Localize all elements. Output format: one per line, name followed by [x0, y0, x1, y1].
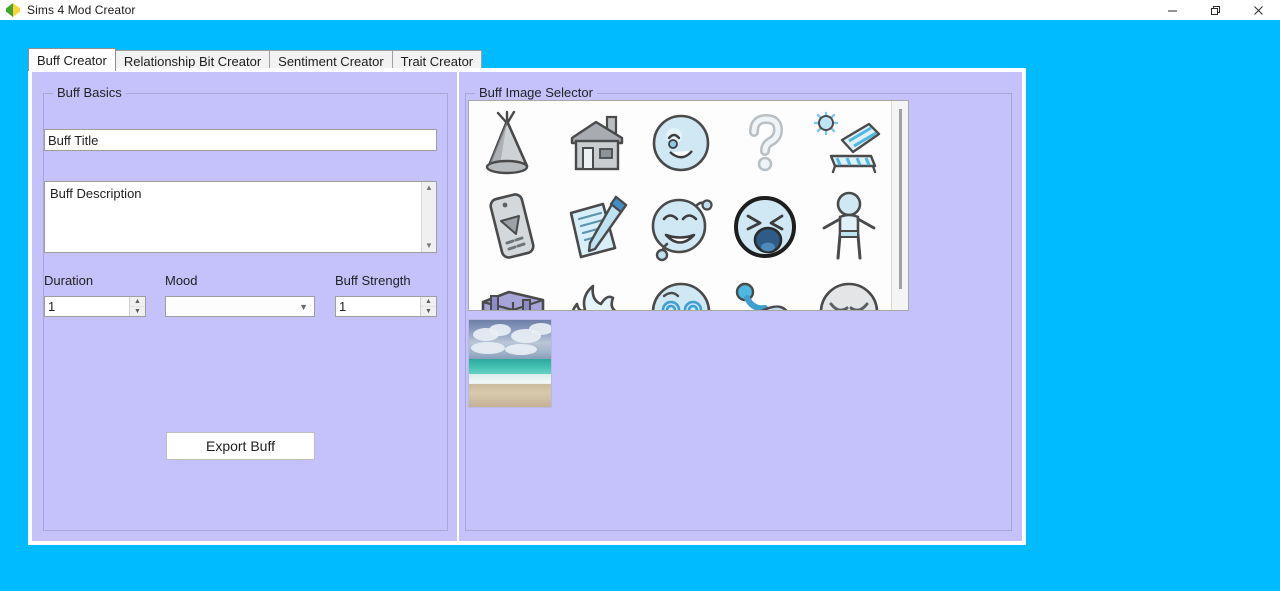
spinner-up-icon[interactable]: ▲: [130, 297, 145, 307]
spinner-up-icon[interactable]: ▲: [421, 297, 436, 307]
duration-input[interactable]: [45, 297, 129, 316]
buff-strength-input[interactable]: [336, 297, 420, 316]
window-title: Sims 4 Mod Creator: [27, 3, 136, 17]
buff-description-field[interactable]: Buff Description ▲ ▼: [44, 181, 437, 253]
sun-lounger-icon[interactable]: [807, 101, 891, 185]
water-splash-icon[interactable]: [723, 269, 807, 310]
laughing-face-icon[interactable]: [639, 185, 723, 269]
scroll-up-icon[interactable]: ▲: [425, 182, 433, 194]
tab-label: Relationship Bit Creator: [123, 53, 262, 69]
tab-buff-creator[interactable]: Buff Creator: [28, 48, 116, 71]
question-mark-icon[interactable]: [723, 101, 807, 185]
dizzy-face-icon[interactable]: [639, 269, 723, 310]
buff-strength-stepper[interactable]: ▲ ▼: [335, 296, 437, 317]
yawning-face-icon[interactable]: [723, 185, 807, 269]
preview-cloud: [471, 342, 505, 354]
buff-image-selector-pane: Buff Image Selector: [459, 72, 1022, 541]
preview-cloud: [529, 323, 551, 335]
duration-spinner-buttons[interactable]: ▲ ▼: [129, 297, 145, 316]
buff-image-selector-label: Buff Image Selector: [475, 85, 597, 100]
buff-strength-label: Buff Strength: [335, 273, 411, 288]
sad-face-icon[interactable]: [807, 269, 891, 310]
main-window-frame: Buff Basics Buff Description ▲ ▼ Duratio…: [28, 68, 1026, 545]
description-scrollbar[interactable]: ▲ ▼: [421, 182, 436, 252]
luggage-icon[interactable]: [471, 269, 555, 310]
close-button[interactable]: [1237, 0, 1280, 20]
spinner-down-icon[interactable]: ▼: [421, 307, 436, 316]
duration-stepper[interactable]: ▲ ▼: [44, 296, 146, 317]
restore-icon: [1211, 5, 1220, 15]
buff-image-grid: [469, 101, 891, 310]
smiling-face-icon[interactable]: [639, 101, 723, 185]
buff-image-selector-groupbox: Buff Image Selector: [465, 85, 1012, 531]
buff-strength-spinner-buttons[interactable]: ▲ ▼: [420, 297, 436, 316]
export-buff-label: Export Buff: [205, 438, 275, 454]
buff-image-list[interactable]: [468, 100, 909, 311]
notepad-pen-icon[interactable]: [555, 185, 639, 269]
spinner-down-icon[interactable]: ▼: [130, 307, 145, 316]
buff-description-input[interactable]: Buff Description: [45, 182, 421, 252]
minimize-icon: [1168, 10, 1177, 11]
export-buff-button[interactable]: Export Buff: [166, 432, 315, 460]
standing-person-icon[interactable]: [807, 185, 891, 269]
minimize-button[interactable]: [1151, 0, 1194, 20]
plumbob-icon: [5, 2, 21, 18]
duration-label: Duration: [44, 273, 94, 288]
scrollbar-thumb[interactable]: [899, 109, 902, 289]
beach-photo-preview[interactable]: [468, 319, 552, 408]
window-title-bar: Sims 4 Mod Creator: [0, 0, 1280, 20]
window-controls: [1151, 0, 1280, 20]
chevron-down-icon: ▼: [299, 301, 308, 312]
mobile-phone-icon[interactable]: [471, 185, 555, 269]
mood-label: Mood: [165, 273, 198, 288]
close-icon: [1254, 5, 1263, 15]
tab-label: Sentiment Creator: [278, 53, 384, 69]
tab-label: Trait Creator: [400, 53, 474, 69]
preview-cloud: [489, 324, 511, 336]
preview-sand: [469, 384, 551, 407]
buff-basics-label: Buff Basics: [53, 85, 126, 100]
party-hat-icon[interactable]: [471, 101, 555, 185]
image-list-scrollbar[interactable]: [891, 101, 908, 310]
restore-button[interactable]: [1194, 0, 1237, 20]
scroll-down-icon[interactable]: ▼: [425, 240, 433, 252]
buff-title-input[interactable]: [44, 129, 437, 151]
main-content-area: Buff Basics Buff Description ▲ ▼ Duratio…: [32, 72, 1022, 541]
flame-icon[interactable]: [555, 269, 639, 310]
buff-basics-pane: Buff Basics Buff Description ▲ ▼ Duratio…: [32, 72, 459, 541]
preview-cloud: [505, 344, 537, 355]
house-icon[interactable]: [555, 101, 639, 185]
mood-dropdown[interactable]: ▼: [165, 296, 315, 317]
tab-label: Buff Creator: [37, 52, 107, 68]
